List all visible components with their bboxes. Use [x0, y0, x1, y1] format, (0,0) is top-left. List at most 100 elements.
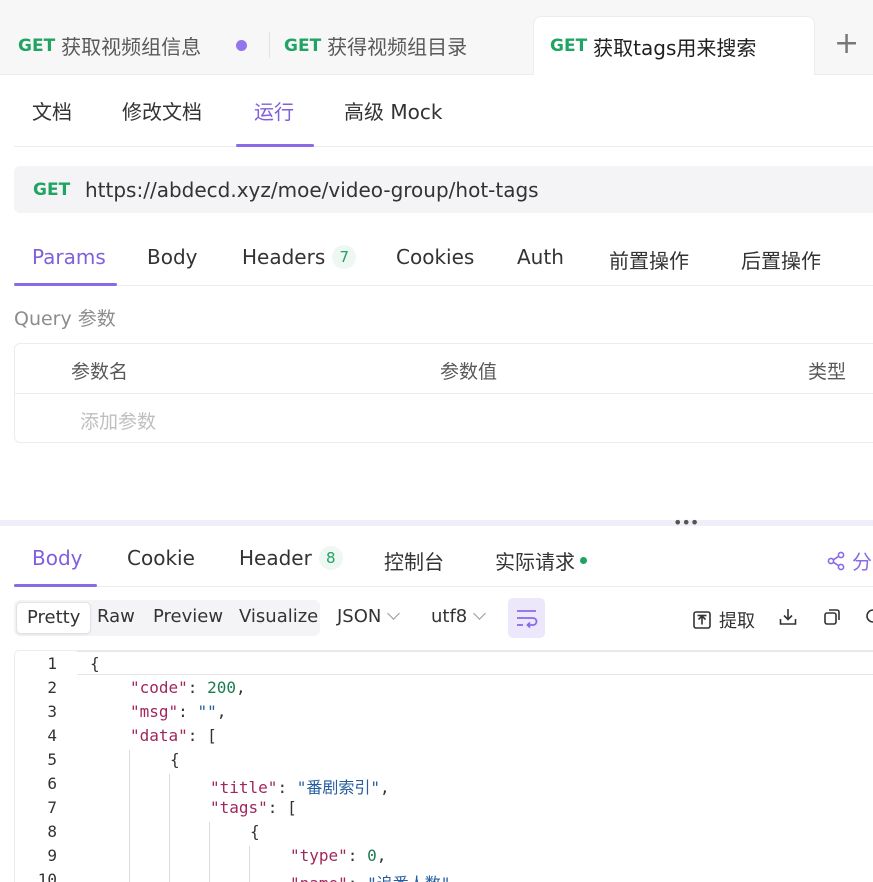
code-line: "data": [ — [130, 726, 217, 745]
view-raw[interactable]: Raw — [97, 606, 135, 627]
url-bar[interactable]: GET https://abdecd.xyz/moe/video-group/h… — [14, 166, 873, 213]
tab-get-video-group-info[interactable]: GET 获取视频组信息 — [18, 16, 201, 75]
line-number: 3 — [47, 702, 57, 721]
tab-actual-request[interactable]: 实际请求 — [495, 546, 587, 575]
current-line-highlight — [77, 651, 873, 675]
tab-method: GET — [18, 35, 56, 56]
chevron-down-icon — [473, 607, 487, 620]
query-params-table: 参数名 参数值 类型 添加参数 — [14, 343, 873, 443]
tab-title: 获取视频组信息 — [61, 35, 202, 59]
url-input[interactable]: https://abdecd.xyz/moe/video-group/hot-t… — [85, 178, 539, 202]
tab-title: 获得视频组目录 — [327, 35, 468, 59]
chevron-down-icon — [387, 607, 401, 620]
share-icon — [827, 551, 845, 570]
tab-title: 获取tags用来搜索 — [593, 35, 757, 60]
tab-run[interactable]: 运行 — [254, 96, 294, 125]
format-select[interactable]: JSON — [337, 606, 401, 627]
api-client-window: GET 获取视频组信息 GET 获得视频组目录 GET 获取tags用来搜索 +… — [0, 0, 873, 882]
line-number: 8 — [47, 822, 57, 841]
tab-label: Headers — [242, 245, 326, 269]
add-param-input[interactable]: 添加参数 — [80, 407, 156, 434]
tab-response-body[interactable]: Body — [32, 546, 83, 570]
tab-body[interactable]: Body — [147, 245, 198, 269]
indent-guide — [169, 774, 170, 882]
unsaved-dot-icon — [236, 40, 247, 51]
copy-icon — [824, 609, 840, 625]
tab-get-video-group-catalog[interactable]: GET 获得视频组目录 — [284, 16, 467, 75]
header-count-badge: 8 — [318, 546, 343, 570]
extract-label: 提取 — [719, 611, 755, 632]
share-label: 分 — [852, 550, 872, 574]
line-number: 1 — [47, 654, 57, 673]
active-tab-indicator — [14, 584, 97, 587]
headers-count-badge: 7 — [332, 245, 357, 269]
tab-divider — [269, 32, 270, 58]
tab-console[interactable]: 控制台 — [384, 546, 444, 575]
divider — [14, 285, 873, 286]
tab-response-header[interactable]: Header 8 — [239, 546, 343, 570]
tab-label: 实际请求 — [495, 550, 575, 574]
code-line: "type": 0, — [290, 846, 387, 865]
code-line: "code": 200, — [130, 678, 246, 697]
encoding-value: utf8 — [431, 606, 468, 627]
line-number: 5 — [47, 750, 57, 769]
view-preview[interactable]: Preview — [153, 606, 223, 627]
tab-headers[interactable]: Headers 7 — [242, 245, 357, 269]
tab-auth[interactable]: Auth — [517, 245, 564, 269]
encoding-select[interactable]: utf8 — [431, 606, 487, 627]
view-pretty[interactable]: Pretty — [16, 602, 92, 634]
tab-label: Header — [239, 546, 312, 570]
column-header-value: 参数值 — [440, 361, 498, 383]
request-tab-bar: GET 获取视频组信息 GET 获得视频组目录 GET 获取tags用来搜索 + — [0, 0, 873, 75]
code-line: { — [90, 654, 100, 673]
code-line: "tags": [ — [210, 798, 297, 817]
line-number: 10 — [37, 870, 57, 882]
drag-handle-icon[interactable]: ••• — [673, 515, 699, 531]
divider — [14, 146, 873, 147]
code-line: "title": "番剧索引", — [210, 778, 390, 797]
word-wrap-icon — [517, 610, 538, 629]
word-wrap-button[interactable] — [508, 598, 545, 638]
table-header: 参数名 参数值 类型 — [15, 344, 873, 394]
tab-pre-operations[interactable]: 前置操作 — [609, 245, 689, 274]
line-number: 7 — [47, 798, 57, 817]
tab-get-tags[interactable]: GET 获取tags用来搜索 — [533, 16, 815, 75]
format-value: JSON — [337, 606, 382, 627]
active-tab-indicator — [236, 144, 314, 147]
copy-button[interactable] — [822, 607, 842, 627]
status-dot-icon — [580, 557, 587, 564]
line-number: 9 — [47, 846, 57, 865]
line-number: 6 — [47, 774, 57, 793]
line-number: 4 — [47, 726, 57, 745]
column-header-name: 参数名 — [71, 361, 129, 383]
code-line: { — [250, 822, 260, 841]
query-params-label: Query 参数 — [14, 308, 116, 330]
extract-button[interactable]: 提取 — [692, 607, 755, 633]
share-button[interactable]: 分 — [826, 546, 872, 575]
http-method[interactable]: GET — [33, 180, 85, 200]
tab-params[interactable]: Params — [32, 245, 106, 269]
tab-method: GET — [550, 36, 588, 56]
tab-post-operations[interactable]: 后置操作 — [741, 245, 821, 274]
column-header-type: 类型 — [808, 361, 847, 383]
active-tab-indicator — [14, 283, 117, 286]
indent-guide — [209, 822, 210, 882]
download-button[interactable] — [778, 607, 798, 627]
extract-icon — [693, 611, 711, 629]
tab-cookies[interactable]: Cookies — [396, 245, 474, 269]
divider — [14, 586, 873, 587]
indent-guide — [249, 846, 250, 882]
tab-response-cookie[interactable]: Cookie — [127, 546, 195, 570]
panel-splitter[interactable] — [0, 520, 873, 526]
tab-docs[interactable]: 文档 — [32, 96, 72, 125]
tab-advanced-mock[interactable]: 高级 Mock — [344, 96, 442, 125]
tab-method: GET — [284, 35, 322, 56]
line-number: 2 — [47, 678, 57, 697]
download-icon — [779, 609, 797, 625]
search-icon — [866, 609, 873, 623]
response-body-viewer[interactable]: 1 2 3 4 5 6 7 8 9 10 { "code": 200, "msg… — [14, 650, 873, 882]
view-visualize[interactable]: Visualize — [239, 606, 318, 627]
tab-edit-docs[interactable]: 修改文档 — [122, 96, 202, 125]
add-tab-icon[interactable]: + — [834, 26, 859, 62]
search-button[interactable] — [864, 607, 873, 627]
